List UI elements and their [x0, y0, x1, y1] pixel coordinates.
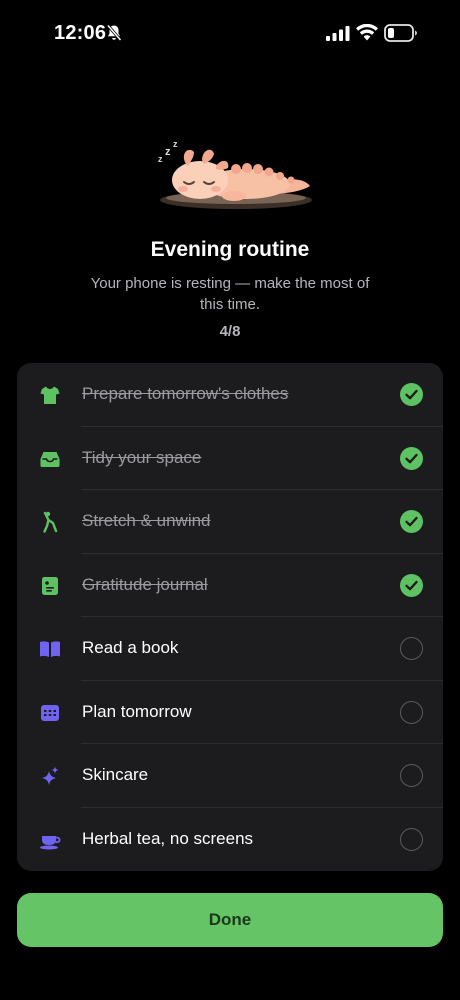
task-checkbox-checked[interactable]	[400, 383, 423, 406]
task-row-skincare[interactable]: Skincare	[17, 744, 443, 808]
task-checkbox-checked[interactable]	[400, 510, 423, 533]
task-label: Plan tomorrow	[82, 701, 192, 721]
status-bar: 12:06	[0, 0, 460, 70]
wifi-icon	[356, 24, 378, 41]
calendar-icon	[41, 704, 59, 721]
task-label: Tidy your space	[82, 447, 202, 467]
task-label: Stretch & unwind	[82, 511, 211, 530]
cellular-signal-icon	[326, 26, 350, 41]
task-label: Read a book	[82, 638, 179, 657]
bell-slash-icon	[106, 24, 122, 41]
routine-checklist: Prepare tomorrow's clothes Tidy your spa…	[17, 363, 443, 871]
task-label: Herbal tea, no screens	[82, 828, 254, 848]
task-row-read[interactable]: Read a book	[17, 617, 443, 681]
task-checkbox-unchecked[interactable]	[400, 764, 423, 787]
task-checkbox-unchecked[interactable]	[400, 827, 423, 851]
task-label: Skincare	[82, 765, 149, 784]
tea-cup-icon	[40, 835, 61, 849]
task-row-stretch[interactable]: Stretch & unwind	[17, 490, 443, 554]
task-row-tidy[interactable]: Tidy your space	[17, 427, 443, 490]
book-icon	[40, 641, 60, 657]
task-checkbox-unchecked[interactable]	[400, 637, 423, 660]
svg-text:z: z	[165, 146, 171, 158]
checkmark-icon	[405, 580, 418, 590]
journal-icon	[42, 576, 58, 595]
task-checkbox-unchecked[interactable]	[400, 700, 423, 724]
task-label: Prepare tomorrow's clothes	[82, 384, 289, 403]
task-label: Gratitude journal	[82, 574, 208, 594]
done-button[interactable]: Done	[17, 893, 443, 947]
tray-icon	[40, 451, 60, 467]
done-button-label: Done	[208, 910, 252, 929]
task-checkbox-checked[interactable]	[400, 573, 423, 597]
progress-counter: 4/8	[219, 323, 241, 340]
svg-text:z: z	[158, 154, 163, 164]
checkmark-icon	[405, 516, 418, 527]
evening-routine-screen: 12:06 z z z Evening routine Your phone i…	[0, 0, 460, 1000]
status-time: 12:06	[54, 22, 107, 44]
svg-text:z: z	[173, 139, 178, 149]
sleeping-axolotl-illustration: z z z	[158, 139, 312, 209]
checkmark-icon	[405, 453, 418, 463]
task-checkbox-checked[interactable]	[400, 446, 423, 470]
page-title: Evening routine	[150, 238, 310, 261]
task-row-tea[interactable]: Herbal tea, no screens	[17, 808, 443, 872]
page-subtitle: Your phone is resting — make the most of…	[90, 275, 370, 313]
task-row-gratitude[interactable]: Gratitude journal	[17, 554, 443, 617]
checkmark-icon	[405, 389, 418, 400]
tshirt-icon	[40, 386, 60, 404]
task-row-plan[interactable]: Plan tomorrow	[17, 681, 443, 744]
task-row-clothes[interactable]: Prepare tomorrow's clothes	[17, 363, 443, 427]
sparkles-icon	[42, 766, 59, 785]
battery-icon	[384, 24, 417, 42]
stretch-figure-icon	[43, 511, 58, 533]
